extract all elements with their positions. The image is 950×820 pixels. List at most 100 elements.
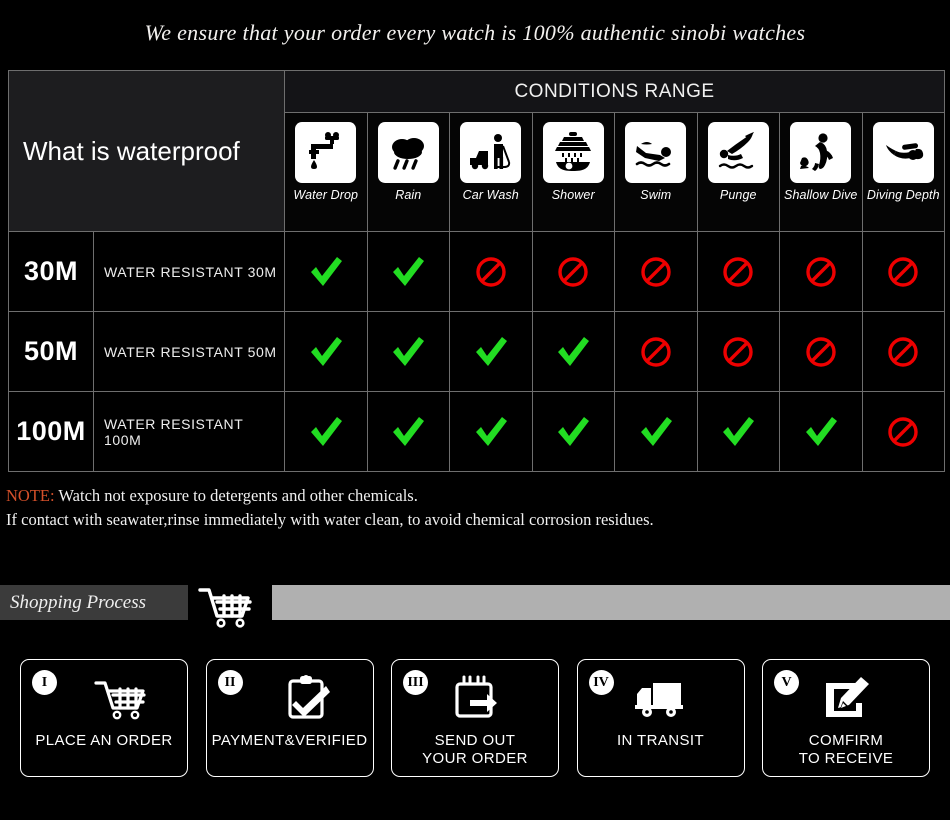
green-check-icon — [310, 256, 342, 286]
step-label: IN TRANSIT — [616, 732, 705, 749]
mark-cell-yes — [780, 392, 863, 471]
mark-cell-no — [615, 312, 698, 391]
row-depth: 30M — [9, 232, 94, 311]
step-label: COMFIRM TO RECEIVE — [798, 732, 894, 767]
condition-label: Rain — [395, 188, 422, 202]
condition-columns: Water Drop Rain Car Wash Shower Swim Pun… — [285, 113, 944, 231]
scuba-diver-icon — [872, 122, 934, 183]
mark-cell-yes — [368, 232, 450, 311]
step-card-v[interactable]: V COMFIRM TO RECEIVE — [762, 659, 930, 777]
mark-cell-no — [450, 232, 533, 311]
calendar-arrow-icon — [392, 670, 560, 728]
red-prohibition-icon — [888, 416, 918, 447]
note-line-1-text: Watch not exposure to detergents and oth… — [54, 486, 418, 505]
red-prohibition-icon — [558, 256, 588, 287]
faucet-drop-icon — [295, 122, 357, 183]
mark-cell-no — [615, 232, 698, 311]
row-description: WATER RESISTANT 50M — [94, 312, 285, 391]
condition-label: Diving Depth — [866, 188, 940, 202]
table-row: 50M WATER RESISTANT 50M — [9, 311, 944, 391]
note-block: NOTE: Watch not exposure to detergents a… — [6, 484, 926, 532]
mark-cell-yes — [450, 392, 533, 471]
green-check-icon — [310, 336, 342, 366]
row-depth: 50M — [9, 312, 94, 391]
condition-column-rain: Rain — [367, 113, 450, 231]
mark-cell-no — [863, 232, 945, 311]
condition-column-shallow-dive: Shallow Dive — [780, 113, 863, 231]
green-check-icon — [805, 416, 837, 446]
note-line-1: NOTE: Watch not exposure to detergents a… — [6, 484, 926, 508]
red-prohibition-icon — [888, 256, 918, 287]
mark-cell-no — [863, 392, 945, 471]
delivery-truck-icon — [578, 670, 746, 728]
shallow-dive-icon — [790, 122, 852, 183]
row-depth: 100M — [9, 392, 94, 471]
clipboard-check-icon — [207, 670, 375, 728]
red-prohibition-icon — [806, 336, 836, 367]
row-description: WATER RESISTANT 100M — [94, 392, 285, 471]
step-label: SEND OUT YOUR ORDER — [422, 732, 528, 767]
condition-label: Shallow Dive — [784, 188, 858, 202]
shopping-process-progress-bar — [272, 585, 950, 620]
mark-cell-no — [533, 232, 615, 311]
table-header-row: What is waterproof CONDITIONS RANGE Wate… — [9, 71, 944, 231]
green-check-icon — [640, 416, 672, 446]
green-check-icon — [310, 416, 342, 446]
waterproof-infographic-page: We ensure that your order every watch is… — [0, 0, 950, 820]
green-check-icon — [475, 336, 507, 366]
note-pencil-icon — [763, 670, 931, 728]
green-check-icon — [723, 416, 755, 446]
rain-cloud-icon — [377, 122, 439, 183]
condition-column-water-drop: Water Drop — [285, 113, 368, 231]
green-check-icon — [475, 416, 507, 446]
step-card-i[interactable]: I PLACE AN ORDER — [20, 659, 188, 777]
mark-cell-no — [780, 312, 863, 391]
step-card-iv[interactable]: IV IN TRANSIT — [576, 659, 746, 777]
shower-icon — [542, 122, 604, 183]
mark-cell-no — [780, 232, 863, 311]
condition-label: Punge — [719, 188, 757, 202]
condition-column-diving-depth: Diving Depth — [862, 113, 944, 231]
red-prohibition-icon — [806, 256, 836, 287]
mark-cell-yes — [450, 312, 533, 391]
waterproof-table: What is waterproof CONDITIONS RANGE Wate… — [8, 70, 945, 472]
conditions-section: CONDITIONS RANGE Water Drop Rain Car Was… — [285, 71, 944, 231]
red-prohibition-icon — [641, 336, 671, 367]
page-title: What is waterproof — [23, 135, 240, 166]
condition-label: Car Wash — [462, 188, 519, 202]
mark-cell-yes — [285, 312, 368, 391]
mark-cell-no — [698, 312, 780, 391]
mark-cell-yes — [285, 392, 368, 471]
mark-cell-no — [698, 232, 780, 311]
step-card-ii[interactable]: II PAYMENT&VERIFIED — [205, 659, 375, 777]
condition-column-car-wash: Car Wash — [450, 113, 533, 231]
step-card-iii[interactable]: III SEND OUT YOUR ORDER — [391, 659, 559, 777]
red-prohibition-icon — [723, 256, 753, 287]
mark-cell-yes — [698, 392, 780, 471]
condition-column-punge: Punge — [697, 113, 780, 231]
plunge-dive-icon — [707, 122, 769, 183]
page-headline: We ensure that your order every watch is… — [144, 20, 806, 45]
mark-cell-yes — [615, 392, 698, 471]
green-check-icon — [393, 256, 425, 286]
condition-column-shower: Shower — [532, 113, 615, 231]
green-check-icon — [558, 416, 590, 446]
mark-cell-yes — [285, 232, 368, 311]
red-prohibition-icon — [641, 256, 671, 287]
shopping-process-title: Shopping Process — [10, 591, 146, 613]
mark-cell-no — [863, 312, 945, 391]
condition-column-swim: Swim — [615, 113, 698, 231]
row-description: WATER RESISTANT 30M — [94, 232, 285, 311]
swimmer-icon — [625, 122, 687, 183]
green-check-icon — [558, 336, 590, 366]
step-label: PLACE AN ORDER — [35, 732, 173, 749]
table-row: 30M WATER RESISTANT 30M — [9, 231, 944, 311]
shopping-cart-icon — [21, 670, 189, 728]
green-check-icon — [393, 336, 425, 366]
condition-label: Swim — [640, 188, 672, 202]
table-body: 30M WATER RESISTANT 30M 50M WATER RESIST… — [9, 231, 944, 471]
condition-label: Shower — [551, 188, 595, 202]
red-prohibition-icon — [723, 336, 753, 367]
mark-cell-yes — [368, 312, 450, 391]
mark-cell-yes — [533, 392, 615, 471]
